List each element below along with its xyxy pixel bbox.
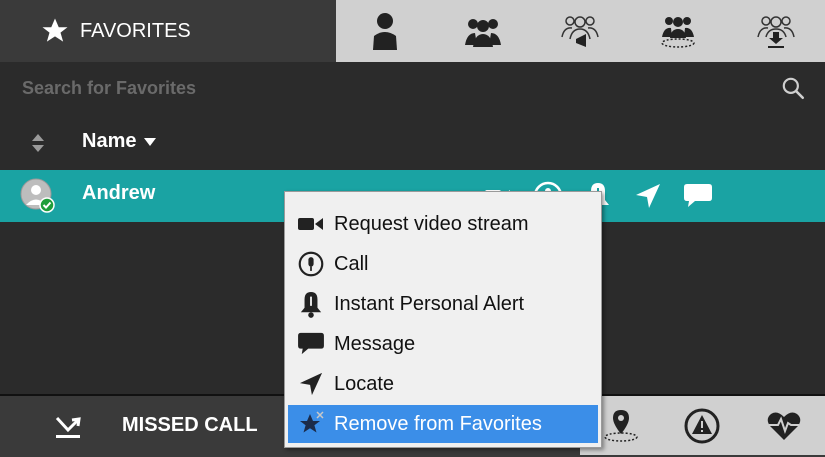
warning-icon — [684, 408, 720, 443]
group-area-icon — [661, 17, 696, 48]
menu-item-label: Instant Personal Alert — [334, 292, 525, 315]
group-download-icon — [757, 16, 795, 48]
group-broadcast-icon — [561, 16, 600, 47]
name-column-label: Name — [82, 130, 137, 152]
locate-button[interactable] — [628, 176, 668, 216]
menu-item-remove-favorite[interactable]: Remove from Favorites — [288, 405, 598, 443]
chevron-down-icon — [144, 137, 157, 146]
menu-item-request-video[interactable]: Request video stream — [288, 205, 598, 243]
group-icon — [464, 19, 501, 47]
tab-individuals[interactable] — [363, 9, 407, 53]
search-icon[interactable] — [780, 75, 806, 101]
location-arrow-icon — [636, 184, 660, 208]
bell-icon — [296, 289, 326, 319]
tab-broadcast-groups[interactable] — [558, 9, 602, 53]
name-column-header[interactable]: Name — [82, 130, 157, 153]
menu-item-label: Message — [334, 332, 416, 355]
menu-item-label: Request video stream — [334, 212, 529, 235]
missed-call-icon — [55, 416, 81, 438]
menu-item-label: Call — [334, 252, 369, 275]
chat-bubble-icon — [684, 184, 712, 207]
menu-item-message[interactable]: Message — [288, 325, 598, 363]
tab-status[interactable] — [764, 406, 804, 446]
location-arrow-icon — [296, 369, 326, 399]
person-icon — [372, 13, 397, 50]
contact-name: Andrew — [82, 182, 156, 204]
star-icon — [42, 18, 68, 42]
menu-item-call[interactable]: Call — [288, 245, 598, 283]
tab-favorites[interactable]: FAVORITES — [0, 0, 336, 62]
contact-type-tabs — [336, 0, 825, 62]
location-pin-icon — [604, 409, 638, 442]
chat-bubble-icon — [296, 329, 326, 359]
tab-download-groups[interactable] — [754, 9, 798, 53]
search-input[interactable] — [22, 72, 722, 104]
avatar — [20, 178, 55, 213]
tab-missed-calls[interactable]: MISSED CALL — [0, 396, 300, 455]
tab-alerts[interactable] — [682, 406, 722, 446]
missed-calls-label: MISSED CALL — [122, 414, 258, 436]
star-remove-icon — [296, 409, 326, 439]
menu-item-label: Locate — [334, 372, 395, 395]
microphone-icon — [296, 249, 326, 279]
menu-item-locate[interactable]: Locate — [288, 365, 598, 403]
bottom-tabs — [580, 396, 825, 455]
tab-area-groups[interactable] — [656, 9, 700, 53]
video-camera-icon — [296, 209, 326, 239]
tab-groups[interactable] — [461, 9, 505, 53]
sort-icon[interactable] — [32, 134, 44, 152]
list-header: Name — [0, 114, 825, 170]
tab-locations[interactable] — [601, 406, 641, 446]
message-button[interactable] — [678, 176, 718, 216]
menu-item-label: Remove from Favorites — [334, 412, 542, 435]
heartbeat-icon — [767, 412, 801, 440]
menu-item-instant-alert[interactable]: Instant Personal Alert — [288, 285, 598, 323]
context-menu: Request video stream Call Instant Person… — [284, 191, 602, 448]
favorites-label: FAVORITES — [80, 19, 191, 42]
search-bar — [0, 62, 825, 114]
